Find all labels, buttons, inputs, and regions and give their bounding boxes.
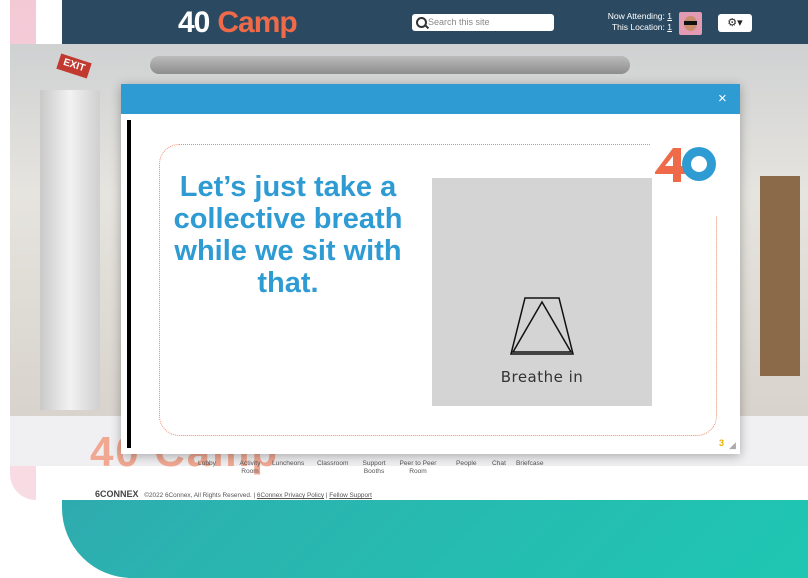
nav-item-activity-room[interactable]: Activity Room	[236, 460, 264, 476]
modal-header: ×	[121, 84, 740, 114]
this-location-value[interactable]: 1	[667, 22, 672, 32]
nav-item-classroom[interactable]: Classroom	[317, 460, 349, 468]
background-pillar	[40, 90, 100, 410]
slide-message: Let’s just take a collective breath whil…	[173, 171, 403, 299]
resize-handle-icon[interactable]: ◢	[729, 440, 736, 451]
search-input[interactable]: Search this site	[412, 14, 554, 31]
user-avatar[interactable]	[679, 12, 702, 35]
slide-page-number: 3	[719, 438, 725, 448]
nav-item-luncheons[interactable]: Luncheons	[272, 460, 304, 468]
avatar-glasses	[684, 21, 697, 25]
search-placeholder: Search this site	[428, 17, 490, 27]
footer-copyright: ©2022 6Connex, All Rights Reserved.	[144, 492, 252, 499]
nav-item-support-booths[interactable]: Support Booths	[360, 460, 388, 476]
footer-separator: |	[253, 492, 256, 499]
site-logo[interactable]: 40 Camp	[178, 6, 298, 40]
footer-brand-logo: 6CONNEX	[95, 489, 139, 499]
settings-menu-button[interactable]: ⚙▾	[718, 14, 752, 32]
nav-item-lobby[interactable]: Lobby	[198, 460, 216, 468]
now-attending-value[interactable]: 1	[667, 11, 672, 21]
slide-modal: × Let’s just take a collective breath wh…	[121, 84, 740, 454]
footer: 6CONNEX ©2022 6Connex, All Rights Reserv…	[95, 489, 372, 499]
close-icon[interactable]: ×	[718, 90, 727, 108]
logo-number: 40	[178, 6, 210, 39]
attendance-counter: Now Attending: 1 This Location: 1	[600, 11, 672, 33]
privacy-policy-link[interactable]: 6Connex Privacy Policy	[257, 492, 324, 499]
fellow-support-link[interactable]: Fellow Support	[329, 492, 372, 499]
breathing-triangle-icon	[510, 297, 574, 355]
this-location-label: This Location:	[611, 22, 665, 32]
background-door	[760, 176, 800, 376]
logo-word: Camp	[217, 6, 297, 39]
gear-icon: ⚙	[727, 17, 738, 29]
chevron-down-icon: ▾	[737, 17, 743, 29]
slide-40-logo	[655, 147, 716, 182]
breathe-label: Breathe in	[500, 368, 584, 386]
search-icon	[416, 17, 427, 28]
footer-separator: |	[325, 492, 328, 499]
nav-item-chat[interactable]: Chat	[492, 460, 506, 468]
background-duct	[150, 56, 630, 74]
nav-item-people[interactable]: People	[456, 460, 477, 468]
nav-item-briefcase[interactable]: Briefcase	[516, 460, 544, 468]
nav-item-peer-to-peer-room[interactable]: Peer to Peer Room	[397, 460, 439, 476]
now-attending-label: Now Attending:	[607, 11, 665, 21]
slide-left-border	[127, 120, 131, 448]
breathe-animation-panel: Breathe in	[432, 178, 652, 406]
